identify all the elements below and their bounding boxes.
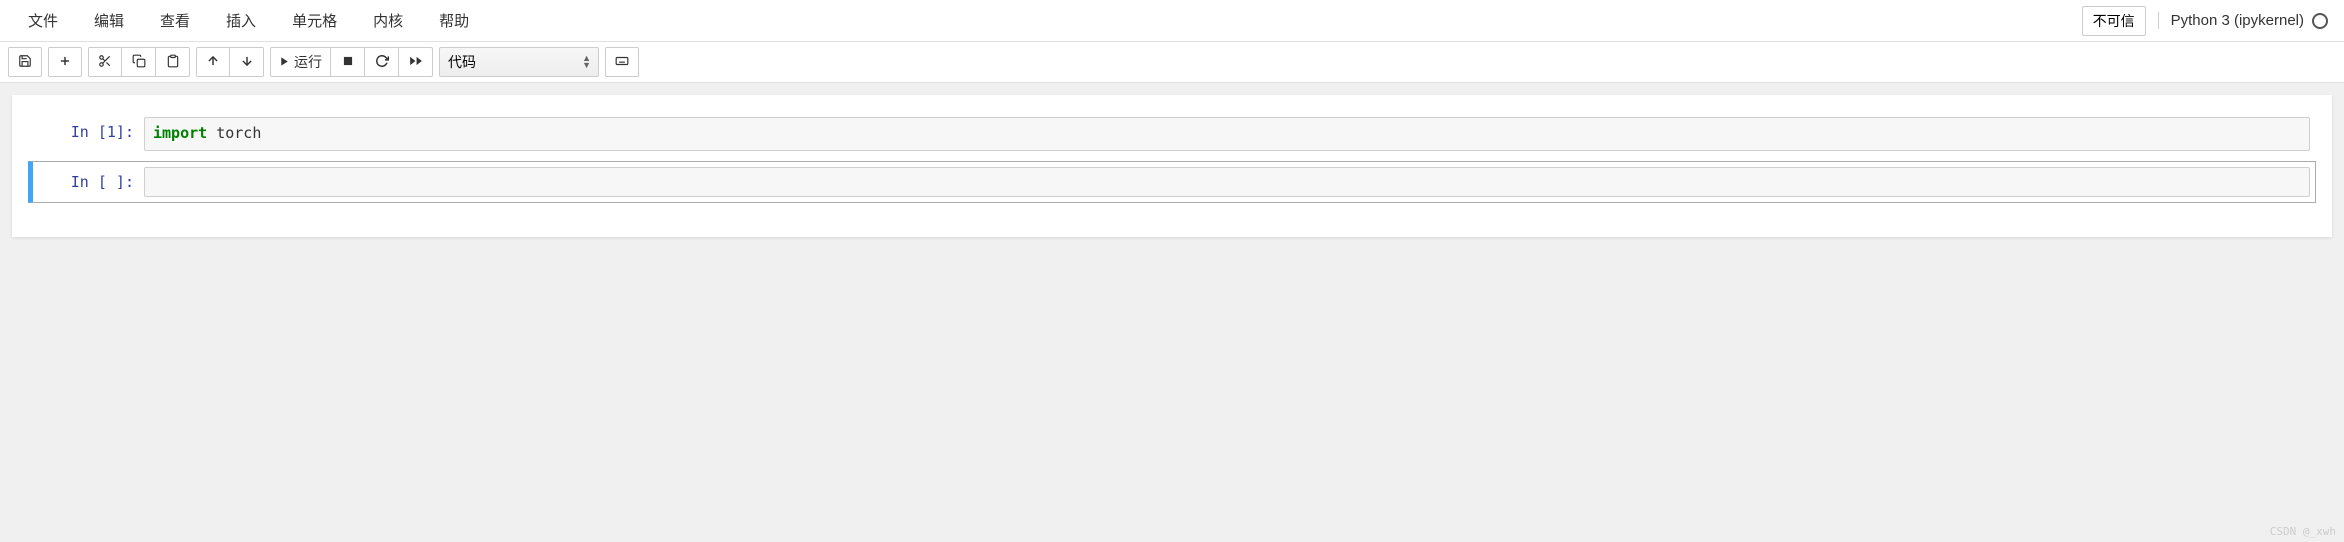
interrupt-button[interactable]: [331, 47, 365, 77]
move-down-button[interactable]: [230, 47, 264, 77]
notebook-container: In [1]: import torch In [ ]:: [12, 95, 2332, 237]
code-keyword: import: [153, 124, 207, 142]
code-cell[interactable]: In [1]: import torch: [28, 111, 2316, 157]
menu-view[interactable]: 查看: [142, 0, 208, 41]
paste-icon: [166, 54, 180, 71]
menu-file[interactable]: 文件: [10, 0, 76, 41]
save-icon: [18, 54, 32, 71]
cut-button[interactable]: [88, 47, 122, 77]
save-button[interactable]: [8, 47, 42, 77]
copy-button[interactable]: [122, 47, 156, 77]
code-text: torch: [207, 124, 261, 142]
menu-kernel[interactable]: 内核: [355, 0, 421, 41]
kernel-name[interactable]: Python 3 (ipykernel): [2158, 12, 2328, 29]
copy-icon: [132, 54, 146, 71]
toolbar: 运行 代码 ▲▼: [0, 42, 2344, 83]
plus-icon: [58, 54, 72, 71]
run-button[interactable]: 运行: [270, 47, 331, 77]
header-right: 不可信 Python 3 (ipykernel): [2082, 6, 2334, 36]
keyboard-icon: [615, 54, 629, 71]
header-bar: 文件 编辑 查看 插入 单元格 内核 帮助 不可信 Python 3 (ipyk…: [0, 0, 2344, 42]
paste-button[interactable]: [156, 47, 190, 77]
code-cell[interactable]: In [ ]:: [28, 161, 2316, 203]
kernel-status-icon: [2312, 13, 2328, 29]
cell-type-select[interactable]: 代码: [439, 47, 599, 77]
kernel-name-label: Python 3 (ipykernel): [2171, 12, 2304, 29]
menubar: 文件 编辑 查看 插入 单元格 内核 帮助: [10, 0, 487, 41]
restart-icon: [375, 54, 389, 71]
menu-insert[interactable]: 插入: [208, 0, 274, 41]
trusted-button[interactable]: 不可信: [2082, 6, 2146, 36]
stop-icon: [341, 54, 355, 71]
move-up-button[interactable]: [196, 47, 230, 77]
cell-input[interactable]: [144, 167, 2310, 197]
arrow-down-icon: [240, 54, 254, 71]
restart-button[interactable]: [365, 47, 399, 77]
add-cell-button[interactable]: [48, 47, 82, 77]
restart-run-all-button[interactable]: [399, 47, 433, 77]
watermark: CSDN @_xwh: [2270, 525, 2336, 538]
run-label: 运行: [294, 52, 322, 72]
command-palette-button[interactable]: [605, 47, 639, 77]
play-icon: [279, 54, 290, 70]
fast-forward-icon: [409, 54, 423, 71]
cell-prompt: In [1]:: [34, 117, 144, 151]
cut-icon: [98, 54, 112, 71]
cell-prompt: In [ ]:: [34, 167, 144, 197]
menu-help[interactable]: 帮助: [421, 0, 487, 41]
arrow-up-icon: [206, 54, 220, 71]
menu-cell[interactable]: 单元格: [274, 0, 355, 41]
cell-input[interactable]: import torch: [144, 117, 2310, 151]
menu-edit[interactable]: 编辑: [76, 0, 142, 41]
